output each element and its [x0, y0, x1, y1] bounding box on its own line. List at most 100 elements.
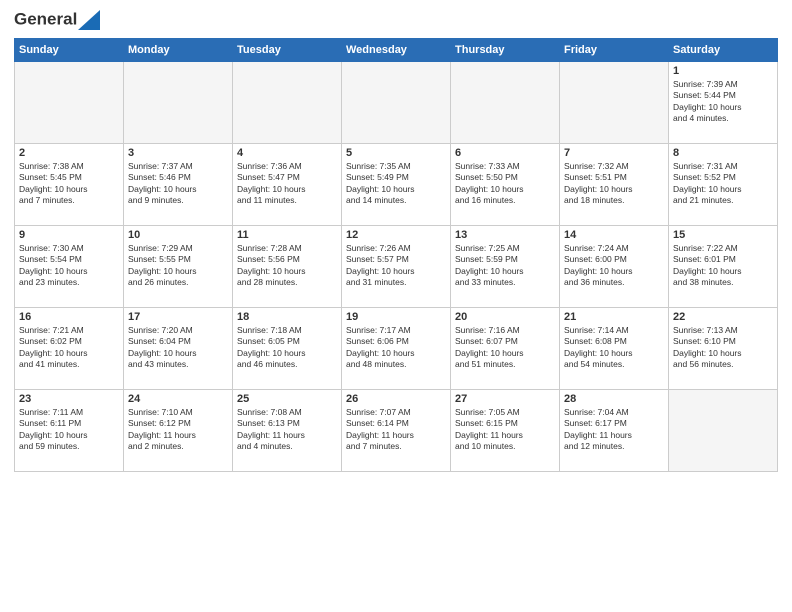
- day-number: 13: [455, 229, 555, 241]
- day-detail: Sunrise: 7:32 AM Sunset: 5:51 PM Dayligh…: [564, 161, 664, 207]
- day-detail: Sunrise: 7:39 AM Sunset: 5:44 PM Dayligh…: [673, 79, 773, 125]
- day-number: 4: [237, 147, 337, 159]
- calendar-cell: 16Sunrise: 7:21 AM Sunset: 6:02 PM Dayli…: [15, 308, 124, 390]
- day-detail: Sunrise: 7:36 AM Sunset: 5:47 PM Dayligh…: [237, 161, 337, 207]
- day-number: 10: [128, 229, 228, 241]
- day-number: 28: [564, 393, 664, 405]
- weekday-header: Wednesday: [342, 39, 451, 62]
- day-number: 1: [673, 65, 773, 77]
- day-number: 26: [346, 393, 446, 405]
- day-detail: Sunrise: 7:37 AM Sunset: 5:46 PM Dayligh…: [128, 161, 228, 207]
- day-detail: Sunrise: 7:33 AM Sunset: 5:50 PM Dayligh…: [455, 161, 555, 207]
- logo: General: [14, 10, 101, 30]
- day-detail: Sunrise: 7:11 AM Sunset: 6:11 PM Dayligh…: [19, 407, 119, 453]
- calendar-cell: 2 Sunrise: 7:38 AM Sunset: 5:45 PM Daylig…: [15, 144, 124, 226]
- calendar-cell: [124, 62, 233, 144]
- weekday-header: Thursday: [451, 39, 560, 62]
- day-detail: Sunrise: 7:21 AM Sunset: 6:02 PM Dayligh…: [19, 325, 119, 371]
- day-number: 14: [564, 229, 664, 241]
- day-detail: Sunrise: 7:16 AM Sunset: 6:07 PM Dayligh…: [455, 325, 555, 371]
- day-detail: Sunrise: 7:13 AM Sunset: 6:10 PM Dayligh…: [673, 325, 773, 371]
- calendar-cell: 10 Sunrise: 7:29 AM Sunset: 5:55 PM Dayli…: [124, 226, 233, 308]
- weekday-header: Saturday: [669, 39, 778, 62]
- day-number: 18: [237, 311, 337, 323]
- day-detail: Sunrise: 7:38 AM Sunset: 5:45 PM Dayligh…: [19, 161, 119, 207]
- calendar-cell: 20 Sunrise: 7:16 AM Sunset: 6:07 PM Dayli…: [451, 308, 560, 390]
- day-number: 25: [237, 393, 337, 405]
- calendar-week-row: 16Sunrise: 7:21 AM Sunset: 6:02 PM Dayli…: [15, 308, 778, 390]
- day-number: 2: [19, 147, 119, 159]
- weekday-header: Sunday: [15, 39, 124, 62]
- calendar-cell: 15 Sunrise: 7:22 AM Sunset: 6:01 PM Dayli…: [669, 226, 778, 308]
- day-detail: Sunrise: 7:07 AM Sunset: 6:14 PM Dayligh…: [346, 407, 446, 453]
- day-detail: Sunrise: 7:05 AM Sunset: 6:15 PM Dayligh…: [455, 407, 555, 453]
- day-number: 23: [19, 393, 119, 405]
- calendar-cell: 25 Sunrise: 7:08 AM Sunset: 6:13 PM Dayli…: [233, 390, 342, 472]
- day-detail: Sunrise: 7:18 AM Sunset: 6:05 PM Dayligh…: [237, 325, 337, 371]
- day-detail: Sunrise: 7:10 AM Sunset: 6:12 PM Dayligh…: [128, 407, 228, 453]
- day-detail: Sunrise: 7:28 AM Sunset: 5:56 PM Dayligh…: [237, 243, 337, 289]
- calendar-cell: 4 Sunrise: 7:36 AM Sunset: 5:47 PM Daylig…: [233, 144, 342, 226]
- weekday-header: Friday: [560, 39, 669, 62]
- calendar-cell: 3 Sunrise: 7:37 AM Sunset: 5:46 PM Daylig…: [124, 144, 233, 226]
- day-number: 20: [455, 311, 555, 323]
- calendar-cell: 19Sunrise: 7:17 AM Sunset: 6:06 PM Dayli…: [342, 308, 451, 390]
- day-detail: Sunrise: 7:04 AM Sunset: 6:17 PM Dayligh…: [564, 407, 664, 453]
- calendar-cell: 24 Sunrise: 7:10 AM Sunset: 6:12 PM Dayli…: [124, 390, 233, 472]
- calendar-cell: 5 Sunrise: 7:35 AM Sunset: 5:49 PM Daylig…: [342, 144, 451, 226]
- logo-general: General: [14, 9, 77, 28]
- day-detail: Sunrise: 7:26 AM Sunset: 5:57 PM Dayligh…: [346, 243, 446, 289]
- day-number: 5: [346, 147, 446, 159]
- day-number: 17: [128, 311, 228, 323]
- calendar-cell: 14 Sunrise: 7:24 AM Sunset: 6:00 PM Dayli…: [560, 226, 669, 308]
- calendar-cell: 23 Sunrise: 7:11 AM Sunset: 6:11 PM Dayli…: [15, 390, 124, 472]
- calendar-cell: [560, 62, 669, 144]
- day-detail: Sunrise: 7:31 AM Sunset: 5:52 PM Dayligh…: [673, 161, 773, 207]
- calendar-cell: 26 Sunrise: 7:07 AM Sunset: 6:14 PM Dayli…: [342, 390, 451, 472]
- calendar-cell: 17 Sunrise: 7:20 AM Sunset: 6:04 PM Dayli…: [124, 308, 233, 390]
- day-number: 7: [564, 147, 664, 159]
- calendar-cell: 21 Sunrise: 7:14 AM Sunset: 6:08 PM Dayli…: [560, 308, 669, 390]
- day-detail: Sunrise: 7:14 AM Sunset: 6:08 PM Dayligh…: [564, 325, 664, 371]
- calendar-cell: 8 Sunrise: 7:31 AM Sunset: 5:52 PM Daylig…: [669, 144, 778, 226]
- day-detail: Sunrise: 7:30 AM Sunset: 5:54 PM Dayligh…: [19, 243, 119, 289]
- day-number: 21: [564, 311, 664, 323]
- calendar-week-row: 2 Sunrise: 7:38 AM Sunset: 5:45 PM Daylig…: [15, 144, 778, 226]
- day-detail: Sunrise: 7:35 AM Sunset: 5:49 PM Dayligh…: [346, 161, 446, 207]
- day-number: 3: [128, 147, 228, 159]
- day-detail: Sunrise: 7:22 AM Sunset: 6:01 PM Dayligh…: [673, 243, 773, 289]
- calendar-cell: 27 Sunrise: 7:05 AM Sunset: 6:15 PM Dayli…: [451, 390, 560, 472]
- calendar-week-row: 9 Sunrise: 7:30 AM Sunset: 5:54 PM Daylig…: [15, 226, 778, 308]
- day-detail: Sunrise: 7:25 AM Sunset: 5:59 PM Dayligh…: [455, 243, 555, 289]
- calendar-cell: 28 Sunrise: 7:04 AM Sunset: 6:17 PM Dayli…: [560, 390, 669, 472]
- calendar-cell: 18 Sunrise: 7:18 AM Sunset: 6:05 PM Dayli…: [233, 308, 342, 390]
- day-number: 19: [346, 311, 446, 323]
- calendar-cell: 6 Sunrise: 7:33 AM Sunset: 5:50 PM Daylig…: [451, 144, 560, 226]
- weekday-header: Monday: [124, 39, 233, 62]
- day-number: 22: [673, 311, 773, 323]
- calendar-cell: 12 Sunrise: 7:26 AM Sunset: 5:57 PM Dayli…: [342, 226, 451, 308]
- calendar-header-row: SundayMondayTuesdayWednesdayThursdayFrid…: [15, 39, 778, 62]
- day-detail: Sunrise: 7:08 AM Sunset: 6:13 PM Dayligh…: [237, 407, 337, 453]
- calendar-week-row: 23 Sunrise: 7:11 AM Sunset: 6:11 PM Dayli…: [15, 390, 778, 472]
- day-number: 15: [673, 229, 773, 241]
- day-number: 11: [237, 229, 337, 241]
- day-number: 8: [673, 147, 773, 159]
- day-number: 12: [346, 229, 446, 241]
- day-number: 24: [128, 393, 228, 405]
- day-number: 27: [455, 393, 555, 405]
- calendar-cell: [451, 62, 560, 144]
- day-detail: Sunrise: 7:20 AM Sunset: 6:04 PM Dayligh…: [128, 325, 228, 371]
- calendar-cell: [669, 390, 778, 472]
- calendar-cell: [233, 62, 342, 144]
- logo-icon: [78, 10, 100, 30]
- day-detail: Sunrise: 7:24 AM Sunset: 6:00 PM Dayligh…: [564, 243, 664, 289]
- calendar-cell: 1 Sunrise: 7:39 AM Sunset: 5:44 PM Daylig…: [669, 62, 778, 144]
- calendar-cell: 7 Sunrise: 7:32 AM Sunset: 5:51 PM Daylig…: [560, 144, 669, 226]
- calendar-cell: 11 Sunrise: 7:28 AM Sunset: 5:56 PM Dayli…: [233, 226, 342, 308]
- day-number: 6: [455, 147, 555, 159]
- calendar-cell: [15, 62, 124, 144]
- day-detail: Sunrise: 7:29 AM Sunset: 5:55 PM Dayligh…: [128, 243, 228, 289]
- calendar-table: SundayMondayTuesdayWednesdayThursdayFrid…: [14, 38, 778, 472]
- day-number: 9: [19, 229, 119, 241]
